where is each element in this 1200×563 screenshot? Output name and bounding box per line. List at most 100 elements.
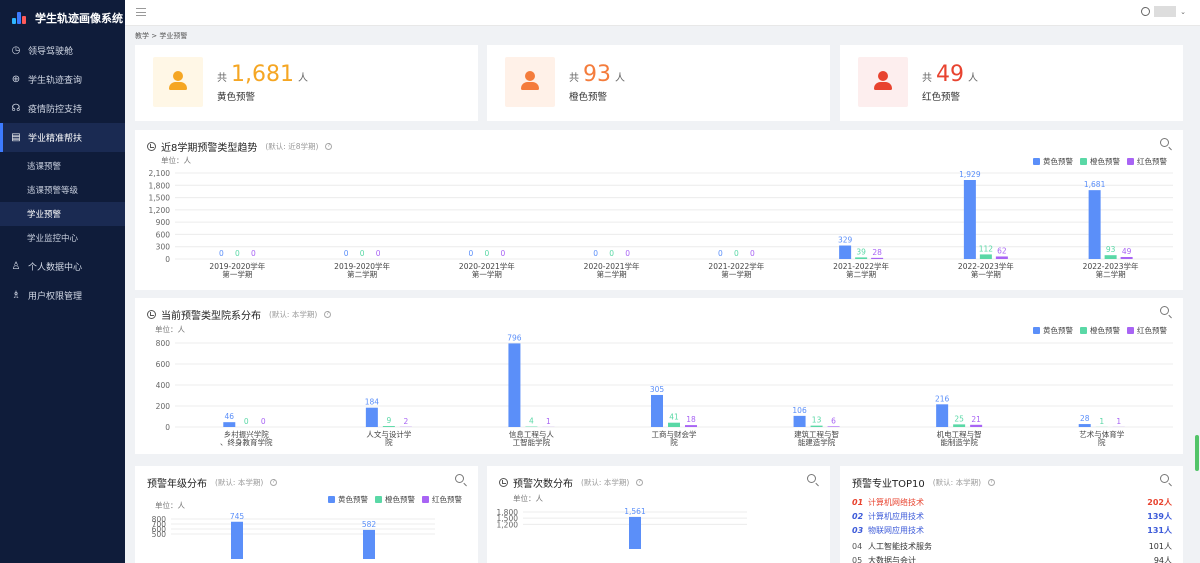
legend-swatch xyxy=(422,496,429,503)
y-tick-label: 1,500 xyxy=(149,194,171,203)
bar xyxy=(1088,190,1101,259)
stat-value: 93 xyxy=(583,62,611,87)
y-axis-unit: 单位：人 xyxy=(155,324,185,334)
x-tick-label: 第二学期 xyxy=(597,269,627,279)
data-label: 13 xyxy=(812,416,822,425)
data-label: 2 xyxy=(403,417,408,426)
stat-value: 49 xyxy=(936,62,964,87)
x-tick-label: 第一学期 xyxy=(721,269,751,279)
y-tick-label: 600 xyxy=(156,360,171,369)
x-tick-label: 第一学期 xyxy=(222,269,252,279)
scrollbar-thumb[interactable] xyxy=(1195,435,1199,471)
data-label: 62 xyxy=(997,246,1007,255)
data-label: 25 xyxy=(954,414,964,423)
top10-row[interactable]: 01 计算机网络技术 202人 xyxy=(852,497,1172,508)
data-label: 0 xyxy=(750,249,755,258)
top10-count: 101人 xyxy=(1148,542,1172,551)
data-label: 0 xyxy=(718,249,723,258)
data-label: 39 xyxy=(856,247,866,256)
sidebar-sub-monitor[interactable]: 学业监控中心 xyxy=(0,226,125,250)
y-tick-label: 400 xyxy=(156,381,171,390)
data-label: 1 xyxy=(1099,417,1104,426)
bar xyxy=(810,425,823,427)
x-tick-label: 能建造学院 xyxy=(798,437,836,447)
data-label: 0 xyxy=(251,249,256,258)
top10-row[interactable]: 02 计算机应用技术 139人 xyxy=(852,511,1172,522)
table-icon: ▤ xyxy=(11,132,21,143)
top10-major: 计算机应用技术 xyxy=(868,512,924,521)
data-label: 1,929 xyxy=(959,170,981,179)
trend-chart: 单位：人03006009001,2001,5001,8002,1000 0 0201… xyxy=(149,155,1173,279)
data-label: 582 xyxy=(362,520,377,529)
stat-card-red: 共 49 人 红色预警 xyxy=(840,45,1183,121)
legend-swatch xyxy=(375,496,382,503)
sidebar-item-trajectory[interactable]: ⊕ 学生轨迹查询 xyxy=(0,65,125,94)
y-axis-unit: 单位：人 xyxy=(155,500,185,510)
data-label: 745 xyxy=(230,512,245,521)
user-menu[interactable]: ⌄ xyxy=(1141,6,1186,17)
sidebar-item-dashboard[interactable]: ◷ 领导驾驶舱 xyxy=(0,36,125,65)
data-label: 329 xyxy=(838,236,853,245)
data-label: 21 xyxy=(971,415,981,424)
data-label: 0 xyxy=(376,249,381,258)
x-tick-label: 第一学期 xyxy=(472,269,502,279)
legend-label: 红色预警 xyxy=(432,494,462,504)
data-label: 0 xyxy=(484,249,489,258)
top10-rank: 03 xyxy=(852,526,864,535)
top10-count: 94人 xyxy=(1153,556,1172,563)
search-icon[interactable] xyxy=(1160,474,1169,483)
legend-label: 橙色预警 xyxy=(1090,156,1120,166)
stat-label: 橙色预警 xyxy=(569,92,608,103)
bar-logo-icon xyxy=(12,12,26,24)
legend-swatch xyxy=(1080,158,1087,165)
top-bar: ⌄ xyxy=(125,0,1200,26)
times-panel: 预警次数分布 (默认: 本学期)? 单位：人 1,200 1,500 1,800 1,56… xyxy=(487,466,830,563)
data-label: 0 xyxy=(734,249,739,258)
top10-panel: 预警专业TOP10 (默认: 本学期)? 01 计算机网络技术 202人 02 计算机应… xyxy=(840,466,1183,563)
bar xyxy=(685,425,697,427)
x-tick-label: 能制造学院 xyxy=(940,437,978,447)
data-label: 0 xyxy=(360,249,365,258)
y-tick-label: 800 xyxy=(156,339,171,348)
menu-icon[interactable] xyxy=(136,8,146,16)
stat-unit: 人 xyxy=(297,73,308,84)
sidebar-item-personal[interactable]: ♙ 个人数据中心 xyxy=(0,252,125,281)
bar xyxy=(651,394,663,427)
x-tick-label: 、终身教育学院 xyxy=(220,437,273,447)
app-logo[interactable]: 学生轨迹画像系统 xyxy=(0,0,125,36)
stat-label: 黄色预警 xyxy=(217,92,256,103)
data-label: 9 xyxy=(386,416,391,425)
top10-row[interactable]: 05 大数据与会计 94人 xyxy=(852,555,1172,563)
top10-major: 计算机网络技术 xyxy=(868,498,924,507)
stat-label: 红色预警 xyxy=(922,92,961,103)
legend-label: 橙色预警 xyxy=(385,494,415,504)
bar xyxy=(953,424,966,427)
top10-major: 大数据与会计 xyxy=(868,556,916,563)
legend-label: 红色预警 xyxy=(1137,156,1167,166)
legend-swatch xyxy=(1127,158,1134,165)
top10-row[interactable]: 04 人工智能技术服务 101人 xyxy=(852,541,1172,552)
trend-panel: 近8学期预警类型趋势 (默认: 近8学期)? 单位：人 0 300 600 900 1,20… xyxy=(135,130,1183,290)
sidebar-item-academic[interactable]: ▤ 学业精准帮扶 xyxy=(0,123,125,152)
bar xyxy=(995,256,1008,259)
user-orange-icon xyxy=(505,57,555,107)
sidebar-sub-academic-warning[interactable]: 学业预警 xyxy=(0,202,125,226)
sidebar-sub-truancy-level[interactable]: 逃课预警等级 xyxy=(0,178,125,202)
sidebar-sub-truancy[interactable]: 逃课预警 xyxy=(0,154,125,178)
legend-label: 红色预警 xyxy=(1137,325,1167,335)
legend-label: 橙色预警 xyxy=(1090,325,1120,335)
top10-count: 202人 xyxy=(1147,498,1172,507)
legend-swatch xyxy=(1033,327,1040,334)
sidebar-item-epidemic[interactable]: ☊ 疫情防控支持 xyxy=(0,94,125,123)
dashboard-icon: ◷ xyxy=(11,45,21,56)
data-label: 796 xyxy=(507,333,522,342)
grade-chart: 单位：人500600700800 745582黄色预警 橙色预警 红色预警 xyxy=(152,494,462,559)
data-label: 106 xyxy=(792,406,807,415)
users-icon: ♙ xyxy=(11,261,21,272)
top10-row[interactable]: 03 物联网应用技术 131人 xyxy=(852,525,1172,536)
data-label: 305 xyxy=(650,385,665,394)
sidebar: 学生轨迹画像系统 ◷ 领导驾驶舱 ⊕ 学生轨迹查询 ☊ 疫情防控支持 ▤ 学业精准帮扶 … xyxy=(0,0,125,563)
help-icon[interactable]: ? xyxy=(988,479,995,486)
y-axis-unit: 单位：人 xyxy=(513,493,543,503)
sidebar-item-permission[interactable]: ♗ 用户权限管理 xyxy=(0,281,125,310)
